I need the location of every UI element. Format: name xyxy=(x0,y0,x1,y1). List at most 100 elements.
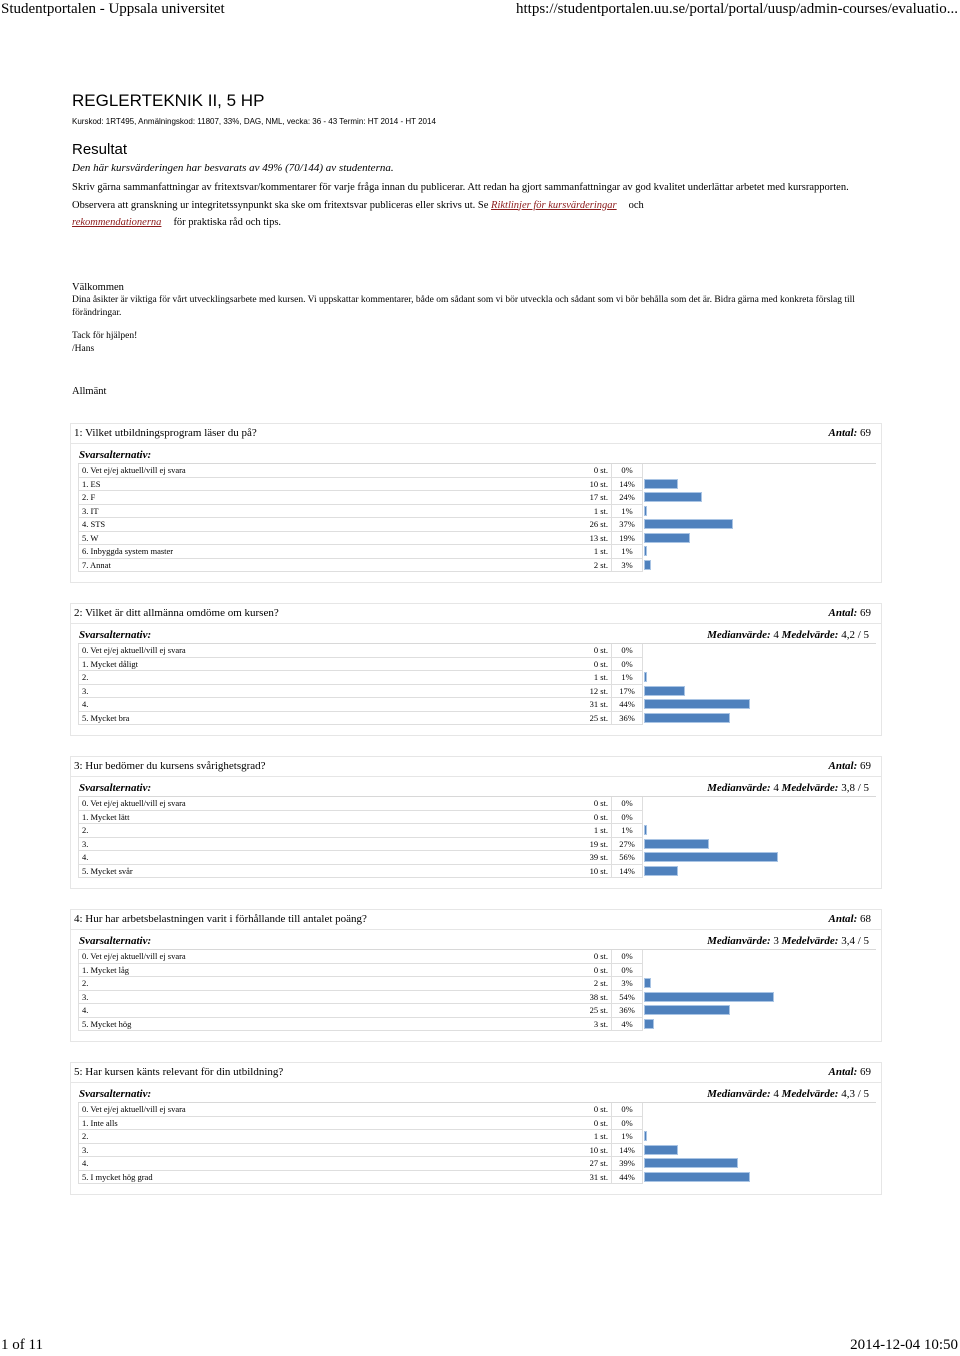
answer-count: Antal: 69 xyxy=(829,1063,871,1082)
question-block: 5: Har kursen känts relevant för din utb… xyxy=(70,1062,882,1195)
option-count: 3 st. xyxy=(565,1017,612,1031)
question-header: 1: Vilket utbildningsprogram läser du på… xyxy=(71,424,881,444)
option-row: 3. 19 st. 27% xyxy=(78,837,877,851)
count-label: Antal: xyxy=(828,913,858,925)
options-label: Svarsalternativ: xyxy=(79,935,152,947)
option-row: 1. ES 10 st. 14% xyxy=(78,477,877,491)
option-bar-cell xyxy=(643,545,877,559)
option-count: 27 st. xyxy=(565,1156,612,1171)
option-row: 4. 31 st. 44% xyxy=(78,697,877,712)
thanks-text: Tack för hjälpen! xyxy=(72,331,138,341)
option-percent: 1% xyxy=(611,544,643,559)
mean-value: 4,2 / 5 xyxy=(841,629,869,641)
option-row: 1. Inte alls 0 st. 0% xyxy=(78,1116,877,1130)
option-percent: 3% xyxy=(611,976,643,991)
median-label: Medianvärde: xyxy=(707,935,771,947)
median-value: 4 xyxy=(773,782,779,794)
guidelines-link[interactable]: Riktlinjer för kursvärderingar xyxy=(491,200,617,211)
percentage-bar xyxy=(644,1005,730,1016)
page-title: Studentportalen - Uppsala universitet xyxy=(1,1,225,17)
options-header: Svarsalternativ: Medianvärde: 3 Medelvärd… xyxy=(78,934,876,950)
question-block: 4: Hur har arbetsbelastningen varit i fö… xyxy=(70,909,882,1042)
option-count: 0 st. xyxy=(565,644,612,658)
option-row: 4. 25 st. 36% xyxy=(78,1003,877,1018)
option-percent: 1% xyxy=(611,823,643,838)
option-label: 5. Mycket bra xyxy=(78,711,565,725)
option-percent: 19% xyxy=(611,531,643,545)
option-label: 1. Mycket dåligt xyxy=(78,657,565,671)
option-bar-cell xyxy=(643,950,877,963)
option-count: 10 st. xyxy=(565,864,612,878)
recommendations-link[interactable]: rekommendationerna xyxy=(72,217,161,228)
option-percent: 39% xyxy=(611,1156,643,1171)
option-label: 0. Vet ej/ej aktuell/vill ej svara xyxy=(78,644,565,658)
option-count: 0 st. xyxy=(565,963,612,977)
option-label: 2. F xyxy=(78,490,565,505)
percentage-bar xyxy=(644,991,774,1002)
question-block: 2: Vilket är ditt allmänna omdöme om kur… xyxy=(70,603,882,736)
percentage-bar xyxy=(644,685,685,696)
question-header: 5: Har kursen känts relevant för din utb… xyxy=(71,1063,881,1083)
percentage-bar xyxy=(644,1131,647,1142)
option-row: 3. 10 st. 14% xyxy=(78,1143,877,1157)
option-row: 3. 12 st. 17% xyxy=(78,684,877,698)
options-label: Svarsalternativ: xyxy=(79,629,152,641)
count-value: 69 xyxy=(860,607,871,619)
option-count: 17 st. xyxy=(565,490,612,505)
option-label: 4. xyxy=(78,697,565,712)
median-label: Medianvärde: xyxy=(707,1088,771,1100)
option-row: 4. 39 st. 56% xyxy=(78,850,877,865)
option-bar-cell xyxy=(643,977,877,991)
option-bar-cell xyxy=(643,1143,877,1157)
option-percent: 0% xyxy=(611,464,643,478)
option-percent: 1% xyxy=(611,504,643,518)
option-bar-cell xyxy=(643,531,877,545)
count-value: 69 xyxy=(860,1066,871,1078)
count-value: 69 xyxy=(860,427,871,439)
options-table: 0. Vet ej/ej aktuell/vill ej svara 0 st. 0… xyxy=(78,644,876,725)
median-value: 3 xyxy=(773,935,779,947)
percentage-bar xyxy=(644,1018,654,1029)
option-count: 1 st. xyxy=(565,1129,612,1144)
option-label: 4. xyxy=(78,1003,565,1018)
options-header: Svarsalternativ: Medianvärde: 4 Medelvärd… xyxy=(78,628,876,644)
count-label: Antal: xyxy=(828,1066,858,1078)
option-count: 1 st. xyxy=(565,823,612,838)
question-stats: Medianvärde: 4 Medelvärde: 4,2 / 5 xyxy=(707,628,869,643)
option-bar-cell xyxy=(643,1130,877,1144)
options-table: 0. Vet ej/ej aktuell/vill ej svara 0 st. 0… xyxy=(78,950,876,1031)
options-label: Svarsalternativ: xyxy=(79,449,152,461)
options-label: Svarsalternativ: xyxy=(79,782,152,794)
option-count: 1 st. xyxy=(565,544,612,559)
option-bar-cell xyxy=(643,684,877,698)
option-row: 5. I mycket hög grad 31 st. 44% xyxy=(78,1170,877,1184)
print-header: Studentportalen - Uppsala universitet ht… xyxy=(0,0,960,20)
option-count: 0 st. xyxy=(565,1116,612,1130)
option-bar-cell xyxy=(643,491,877,505)
option-row: 2. F 17 st. 24% xyxy=(78,490,877,505)
percentage-bar xyxy=(644,838,709,849)
option-label: 0. Vet ej/ej aktuell/vill ej svara xyxy=(78,464,565,478)
option-label: 1. Inte alls xyxy=(78,1116,565,1130)
option-label: 4. xyxy=(78,1156,565,1171)
count-value: 68 xyxy=(860,913,871,925)
options-header: Svarsalternativ: Medianvärde: 4 Medelvärd… xyxy=(78,781,876,797)
page-url: https://studentportalen.uu.se/portal/por… xyxy=(516,1,958,17)
options-table: 0. Vet ej/ej aktuell/vill ej svara 0 st. 0… xyxy=(78,464,876,572)
option-count: 2 st. xyxy=(565,976,612,991)
option-row: 4. STS 26 st. 37% xyxy=(78,517,877,532)
option-bar-cell xyxy=(643,797,877,810)
option-count: 0 st. xyxy=(565,797,612,811)
question-title: 2: Vilket är ditt allmänna omdöme om kur… xyxy=(74,607,279,619)
options-table: 0. Vet ej/ej aktuell/vill ej svara 0 st. 0… xyxy=(78,1103,876,1184)
section-title: Allmänt xyxy=(72,386,107,397)
mean-value: 3,8 / 5 xyxy=(841,782,869,794)
option-row: 5. Mycket svår 10 st. 14% xyxy=(78,864,877,878)
option-label: 2. xyxy=(78,1129,565,1144)
option-label: 3. xyxy=(78,837,565,851)
option-count: 12 st. xyxy=(565,684,612,698)
count-value: 69 xyxy=(860,760,871,772)
option-label: 5. Mycket hög xyxy=(78,1017,565,1031)
percentage-bar xyxy=(644,825,647,836)
option-bar-cell xyxy=(643,477,877,491)
